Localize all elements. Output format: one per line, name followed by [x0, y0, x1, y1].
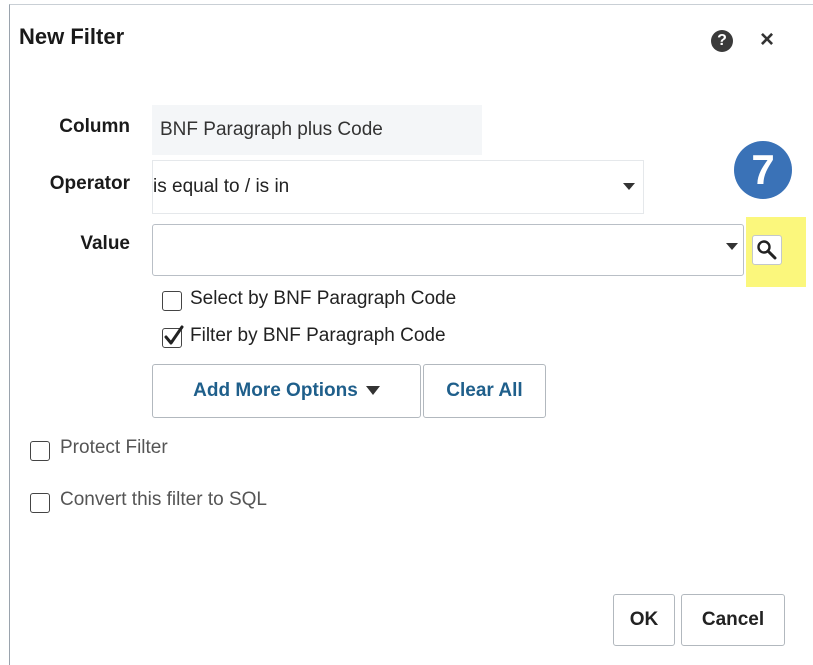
value-input[interactable] [152, 224, 744, 276]
filter-by-code-checkbox[interactable] [162, 325, 184, 348]
caret-down-icon [365, 386, 380, 396]
operator-selected-value: is equal to / is in [153, 176, 290, 197]
add-more-options-button[interactable]: Add More Options [152, 364, 421, 418]
filter-by-code-label: Filter by BNF Paragraph Code [190, 325, 446, 346]
step-badge: 7 [734, 141, 792, 199]
help-icon[interactable]: ? [711, 30, 733, 52]
dialog-title: New Filter [19, 24, 125, 49]
column-value: BNF Paragraph plus Code [152, 105, 482, 155]
select-by-code-checkbox[interactable] [162, 291, 182, 311]
convert-sql-checkbox[interactable] [30, 493, 50, 513]
operator-select[interactable]: is equal to / is in [152, 160, 644, 214]
select-by-code-label: Select by BNF Paragraph Code [190, 288, 457, 309]
chevron-down-icon [623, 183, 635, 190]
close-icon[interactable]: × [760, 25, 774, 55]
value-label: Value [80, 233, 130, 254]
search-button[interactable] [752, 235, 782, 265]
clear-all-button[interactable]: Clear All [423, 364, 546, 418]
add-more-options-label: Add More Options [193, 380, 358, 401]
operator-label: Operator [49, 173, 130, 194]
ok-button[interactable]: OK [613, 594, 675, 646]
checkmark-icon [164, 325, 184, 345]
protect-filter-label: Protect Filter [60, 437, 168, 458]
convert-sql-label: Convert this filter to SQL [60, 489, 267, 510]
column-label: Column [59, 116, 130, 137]
protect-filter-checkbox[interactable] [30, 441, 50, 461]
search-icon [757, 240, 777, 260]
cancel-button[interactable]: Cancel [681, 594, 785, 646]
value-dropdown-chevron-icon[interactable] [726, 243, 738, 250]
